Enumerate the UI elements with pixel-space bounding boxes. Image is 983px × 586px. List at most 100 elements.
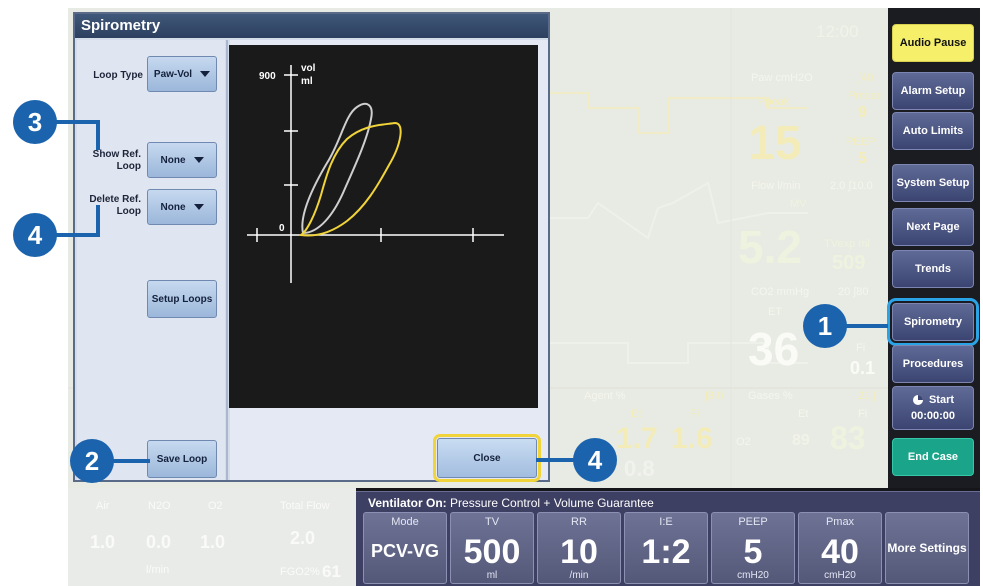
callout-4a-line-h	[55, 233, 100, 237]
agent-fi-label: Fi	[690, 408, 700, 420]
end-case-button[interactable]: End Case	[892, 438, 974, 476]
o2-et-value: 89	[792, 432, 810, 449]
agent-label: Agent %	[584, 390, 626, 402]
gases-range: 21 ∫	[858, 390, 877, 402]
callout-3-line-h	[55, 120, 100, 124]
loop-plot: 900 vol ml 0	[229, 45, 538, 408]
system-setup-button[interactable]: System Setup	[892, 164, 974, 202]
pmean-value: 9	[858, 104, 867, 121]
ventilator-panel: Ventilator On: Pressure Control + Volume…	[356, 491, 980, 586]
setup-loops-button[interactable]: Setup Loops	[147, 280, 217, 318]
et-label: ET	[768, 306, 783, 318]
chevron-down-icon	[193, 157, 204, 163]
agent-fi-value: 1.6	[671, 422, 713, 455]
y-unit-ml: ml	[301, 76, 313, 87]
mv-value: 5.2	[738, 221, 802, 273]
close-button[interactable]: Close	[433, 434, 541, 482]
ventilator-status-text: Pressure Control + Volume Guarantee	[450, 496, 654, 510]
current-loop	[298, 121, 402, 237]
paw-limit: ∫40	[858, 72, 874, 84]
callout-4-delete: 4	[13, 213, 57, 257]
vent-rr-unit: /min	[569, 570, 589, 581]
more-settings-label: More Settings	[887, 541, 967, 555]
next-page-button[interactable]: Next Page	[892, 208, 974, 246]
vent-pmax-label: Pmax	[825, 516, 855, 528]
start-timer-value: 00:00:00	[910, 409, 956, 422]
gases-label: Gases %	[748, 390, 793, 402]
procedures-button[interactable]: Procedures	[892, 345, 974, 383]
gas-unit: l/min	[146, 564, 170, 576]
o2-gas-label: O2	[208, 500, 223, 512]
delete-ref-loop-dropdown[interactable]: None	[147, 189, 217, 225]
vent-ie-value: 1:2	[641, 533, 691, 571]
fi-label: Fi	[856, 342, 866, 354]
vent-mode-value: PCV-VG	[370, 541, 440, 561]
alarm-setup-button[interactable]: Alarm Setup	[892, 72, 974, 110]
save-loop-button[interactable]: Save Loop	[147, 440, 217, 478]
co2-label: CO2 mmHg	[751, 286, 810, 298]
chevron-down-icon	[193, 204, 204, 210]
vent-mode-box[interactable]: Mode PCV-VG	[363, 512, 447, 584]
vent-peep-label: PEEP	[738, 516, 768, 528]
callout-4b-line	[536, 458, 574, 462]
vent-ie-box[interactable]: I:E 1:2	[624, 512, 708, 584]
start-label: Start	[928, 393, 955, 406]
show-ref-loop-dropdown[interactable]: None	[147, 142, 217, 178]
pmean-label: Pmean	[848, 90, 883, 102]
spirometry-button[interactable]: Spirometry	[887, 298, 979, 346]
fgo2-value: 61	[322, 562, 341, 581]
trends-button[interactable]: Trends	[892, 250, 974, 288]
show-ref-loop-value: None	[160, 154, 186, 166]
total-flow-value: 2.0	[290, 528, 316, 548]
dialog-controls-pane	[77, 40, 225, 480]
peep-label: PEEP	[846, 136, 876, 148]
ppeak-value: 15	[748, 117, 802, 170]
vent-pmax-box[interactable]: Pmax 40 cmH20	[798, 512, 882, 584]
n2o-label: N2O	[148, 500, 171, 512]
reference-loop	[301, 102, 373, 235]
o2-label: O2	[736, 436, 751, 448]
mv-label: MV	[790, 198, 807, 210]
fgo2-label: FGO2%	[280, 566, 320, 578]
callout-4-close: 4	[573, 438, 617, 482]
gases-et-label: Et	[798, 408, 809, 420]
loop-type-value: Paw-Vol	[153, 68, 193, 80]
tvexp-label: TVexp ml	[824, 238, 870, 250]
vent-mode-label: Mode	[391, 516, 419, 528]
agent-et-label: Et	[631, 408, 642, 420]
vent-peep-box[interactable]: PEEP 5 cmH20	[711, 512, 795, 584]
ventilator-status-bold: Ventilator On:	[368, 496, 447, 510]
loop-type-dropdown[interactable]: Paw-Vol	[147, 56, 217, 92]
callout-3-line-v	[96, 120, 100, 150]
o2-fi-value: 83	[830, 420, 866, 456]
more-settings-button[interactable]: More Settings	[885, 512, 969, 584]
clock: 12:00	[816, 22, 859, 41]
vent-tv-box[interactable]: TV 500 ml	[450, 512, 534, 584]
start-timer-button[interactable]: Start 00:00:00	[892, 386, 974, 430]
vent-rr-value: 10	[560, 533, 598, 571]
vent-pmax-unit: cmH20	[824, 570, 856, 581]
co2-range: 20 ∫80	[838, 286, 869, 298]
vent-rr-box[interactable]: RR 10 /min	[537, 512, 621, 584]
audio-pause-button[interactable]: Audio Pause	[892, 24, 974, 62]
et-value: 36	[748, 323, 800, 375]
callout-2: 2	[70, 439, 114, 483]
ppeak-label: Ppeak	[758, 96, 790, 108]
dialog-title: Spirometry	[75, 14, 548, 38]
loop-type-label: Loop Type	[93, 70, 143, 81]
callout-3: 3	[13, 100, 57, 144]
vent-tv-unit: ml	[486, 570, 498, 581]
dialog-divider	[226, 40, 228, 480]
auto-limits-button[interactable]: Auto Limits	[892, 112, 974, 150]
air-label: Air	[96, 500, 110, 512]
paw-label: Paw cmH2O	[751, 72, 813, 84]
n2o-value: 0.0	[146, 532, 172, 552]
chevron-down-icon	[200, 71, 211, 77]
peep-value: 5	[858, 150, 867, 167]
delete-ref-loop-value: None	[160, 201, 186, 213]
agent-extra-value: 0.8	[624, 456, 655, 481]
ventilator-status: Ventilator On: Pressure Control + Volume…	[368, 496, 654, 510]
callout-4a-line-v	[96, 205, 100, 237]
vent-tv-value: 500	[463, 533, 521, 571]
tvexp-value: 509	[832, 252, 866, 274]
